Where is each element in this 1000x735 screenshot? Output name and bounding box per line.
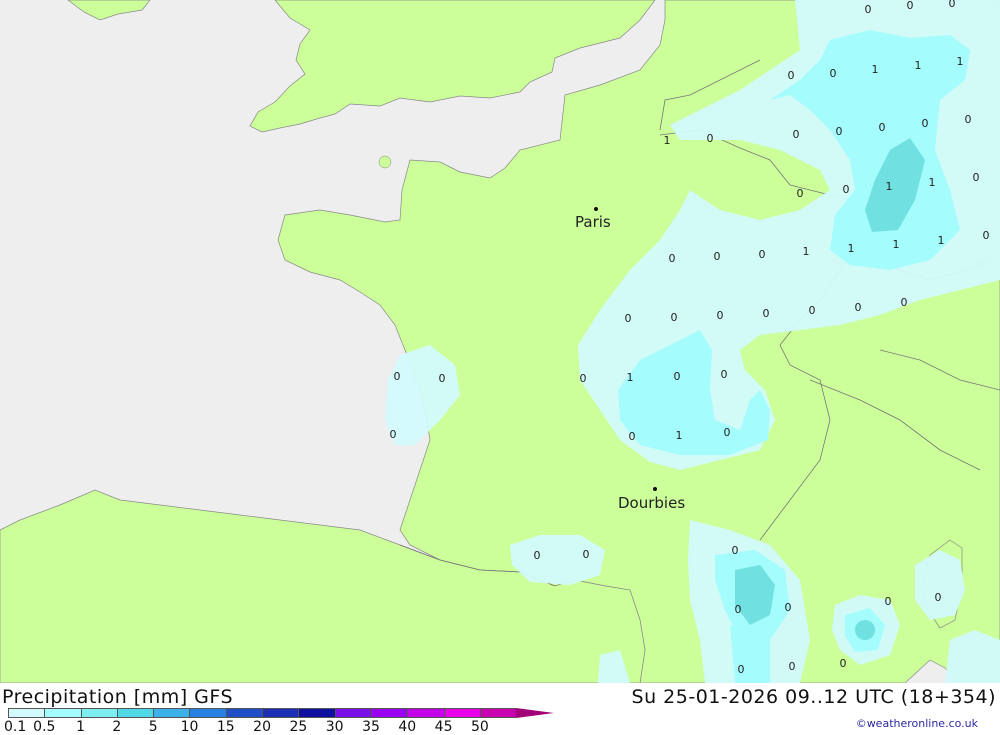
credit-link[interactable]: ©weatheronline.co.uk: [856, 717, 978, 730]
legend-swatch: [407, 708, 444, 718]
precip-value-label: 0: [394, 370, 401, 383]
city-marker: [653, 487, 657, 491]
precip-value-label: 0: [935, 591, 942, 604]
precip-value-label: 0: [788, 69, 795, 82]
precip-value-label: 1: [848, 242, 855, 255]
precip-value-label: 0: [840, 657, 847, 670]
legend-swatch: [189, 708, 226, 718]
legend-swatch: [225, 708, 263, 718]
precip-value-label: 0: [707, 132, 714, 145]
precip-value-label: 0: [785, 601, 792, 614]
legend-swatch: [80, 708, 117, 718]
precip-value-label: 0: [735, 603, 742, 616]
precip-value-label: 0: [965, 113, 972, 126]
legend-swatch: [116, 708, 154, 718]
precip-value-label: 0: [674, 370, 681, 383]
precip-value-label: 0: [671, 311, 678, 324]
precip-value-label: 1: [664, 134, 671, 147]
precip-value-label: 0: [789, 660, 796, 673]
precip-value-label: 0: [669, 252, 676, 265]
precip-value-label: 0: [901, 296, 908, 309]
precip-value-label: 0: [973, 171, 980, 184]
precip-value-label: 0: [797, 187, 804, 200]
precip-value-label: 0: [580, 372, 587, 385]
precip-value-label: 0: [439, 372, 446, 385]
precip-value-label: 0: [855, 301, 862, 314]
precip-value-label: 0: [732, 544, 739, 557]
precip-value-label: 1: [627, 371, 634, 384]
legend-labels: 0.1 0.5 1 2 5 10 15 20 25 30 35 40 45 50: [0, 719, 520, 735]
precip-value-label: 1: [872, 63, 879, 76]
city-label: Paris: [575, 213, 611, 231]
precip-value-label: 0: [759, 248, 766, 261]
precip-value-label: 1: [938, 234, 945, 247]
precip-value-label: 0: [717, 309, 724, 322]
legend-color-bar: [8, 708, 555, 718]
precip-value-label: 0: [830, 67, 837, 80]
legend-swatch: [8, 708, 45, 718]
precip-value-label: 0: [629, 430, 636, 443]
legend-swatch: [262, 708, 299, 718]
precip-value-label: 0: [879, 121, 886, 134]
precip-value-label: 0: [922, 117, 929, 130]
precip-value-label: 0: [865, 3, 872, 16]
precip-value-label: 1: [893, 238, 900, 251]
precip-value-label: 0: [534, 549, 541, 562]
precip-value-label: 0: [390, 428, 397, 441]
precip-value-label: 0: [885, 595, 892, 608]
precip-value-label: 0: [724, 426, 731, 439]
map-title: Precipitation [mm] GFS: [2, 686, 234, 708]
precip-value-label: 0: [949, 0, 956, 10]
weather-map: 0 0 0 1 1 1 0 0 1 0 0 0 0 0 0 1 1 0 0 0 1 1 1 1 0 0 0 0 0 0 0 0 0 0 0 0 1 0 0 0…: [0, 0, 1000, 683]
precip-value-label: 0: [983, 229, 990, 242]
precip-value-label: 0: [907, 0, 914, 12]
precip-value-label: 0: [738, 663, 745, 676]
precip-value-label: 1: [803, 245, 810, 258]
precip-value-label: 1: [915, 59, 922, 72]
legend-swatch: [298, 708, 335, 718]
land-island: [378, 155, 392, 169]
city-label: Dourbies: [618, 494, 685, 512]
precip-value-label: 0: [583, 548, 590, 561]
legend-swatch: [370, 708, 408, 718]
map-footer: Precipitation [mm] GFS Su 25-01-2026 09.…: [0, 683, 1000, 735]
precip-value-label: 1: [886, 180, 893, 193]
precip-value-label: 0: [625, 312, 632, 325]
legend-swatch: [479, 708, 517, 718]
precip-value-label: 0: [714, 250, 721, 263]
legend-swatch: [443, 708, 480, 718]
precip-value-label: 0: [763, 307, 770, 320]
precip-value-label: 0: [843, 183, 850, 196]
precip-value-label: 0: [809, 304, 816, 317]
city-marker: [594, 207, 598, 211]
forecast-datetime: Su 25-01-2026 09..12 UTC (18+354): [631, 686, 996, 708]
legend-swatch: [44, 708, 81, 718]
precip-value-label: 1: [957, 55, 964, 68]
precip-value-label: 0: [793, 128, 800, 141]
precip-value-label: 1: [929, 176, 936, 189]
legend-swatch: [153, 708, 190, 718]
legend-arrow: [516, 708, 555, 718]
precip-value-label: 0: [836, 125, 843, 138]
precip-value-label: 1: [676, 429, 683, 442]
precip-value-label: 0: [721, 368, 728, 381]
legend-swatch: [334, 708, 371, 718]
